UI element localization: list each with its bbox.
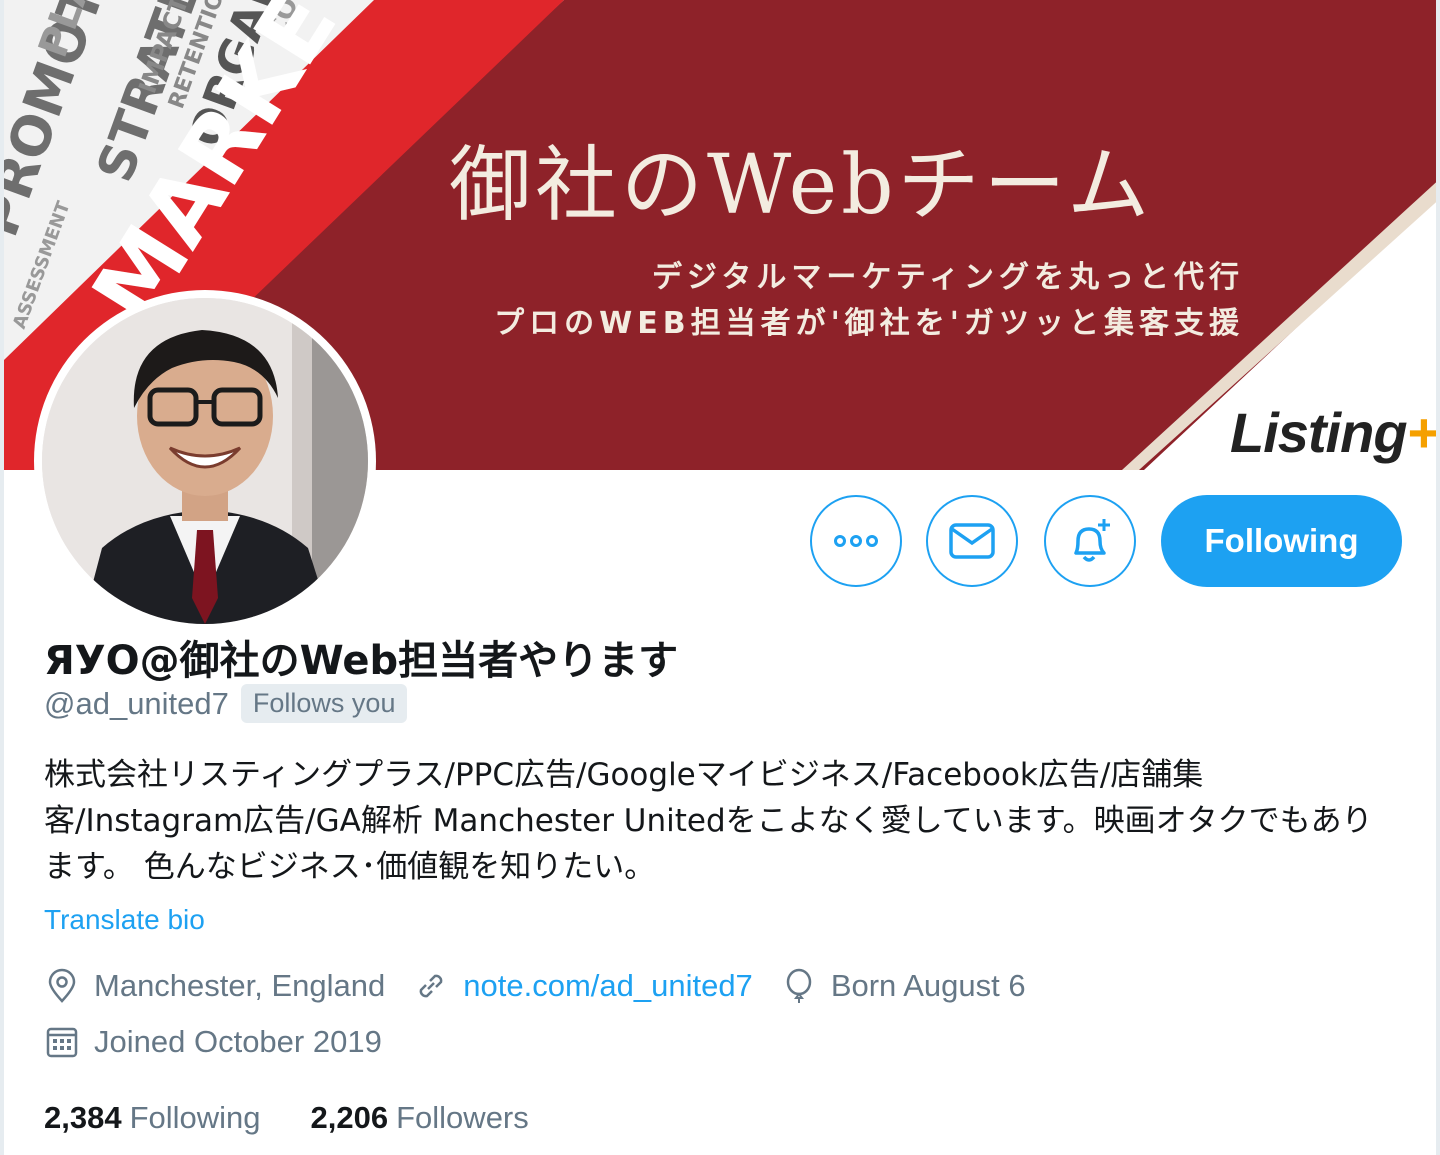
more-button[interactable] (810, 495, 902, 587)
notifications-button[interactable] (1044, 495, 1136, 587)
following-count: 2,384 (44, 1100, 122, 1135)
avatar[interactable] (34, 290, 376, 632)
website-item[interactable]: note.com/ad_united7 (413, 968, 753, 1004)
bell-plus-icon (1074, 519, 1110, 562)
following-label: Following (129, 1100, 261, 1135)
calendar-icon (46, 1027, 78, 1058)
birthday-item: Born August 6 (781, 968, 1026, 1004)
profile-page: PROMOTION STRATEGY ORGANIZATION IMPACT R… (0, 0, 1440, 1155)
translate-bio-link[interactable]: Translate bio (44, 904, 205, 936)
followers-count: 2,206 (310, 1100, 389, 1135)
banner-tagline-1: デジタルマーケティングを丸っと代行 (652, 260, 1244, 295)
following-stat[interactable]: 2,384 Following (44, 1100, 261, 1136)
avatar-photo (42, 298, 368, 624)
follow-stats: 2,384 Following 2,206 Followers (44, 1100, 579, 1136)
profile-bio: 株式会社リスティングプラス/PPC広告/Googleマイビジネス/Faceboo… (44, 757, 1373, 885)
joined-text: Joined October 2019 (94, 1024, 382, 1059)
location-item: Manchester, England (44, 968, 385, 1004)
balloon-icon (786, 968, 812, 1003)
website-link[interactable]: note.com/ad_united7 (463, 968, 753, 1004)
profile-meta: Manchester, England note.com/ad_united7 … (44, 968, 1054, 1004)
location-text: Manchester, England (94, 968, 386, 1003)
followers-stat[interactable]: 2,206 Followers (311, 1100, 529, 1136)
handle-row: @ad_united7 Follows you (44, 684, 408, 723)
joined-item: Joined October 2019 (44, 1024, 382, 1060)
location-pin-icon (48, 968, 76, 1003)
logo-plus: + (1406, 401, 1439, 464)
more-horizontal-icon (834, 535, 878, 547)
following-button[interactable]: Following (1161, 495, 1402, 587)
followers-label: Followers (396, 1100, 529, 1135)
follows-you-badge: Follows you (240, 684, 408, 723)
banner-title: 御社のWebチーム (449, 138, 1154, 233)
user-handle: @ad_united7 (44, 685, 229, 721)
profile-meta-joined: Joined October 2019 (44, 1024, 410, 1060)
logo-text: Listing (1230, 401, 1408, 464)
display-name: ЯУО@御社のWeb担当者やります (44, 638, 679, 684)
message-button[interactable] (926, 495, 1018, 587)
listing-plus-logo: Listing+ (1230, 400, 1439, 465)
envelope-icon (949, 523, 995, 559)
banner-tagline-2: プロのWEB担当者が'御社を'ガツッと集客支援 (494, 306, 1244, 341)
link-icon (419, 974, 443, 998)
birthday-text: Born August 6 (830, 968, 1026, 1003)
